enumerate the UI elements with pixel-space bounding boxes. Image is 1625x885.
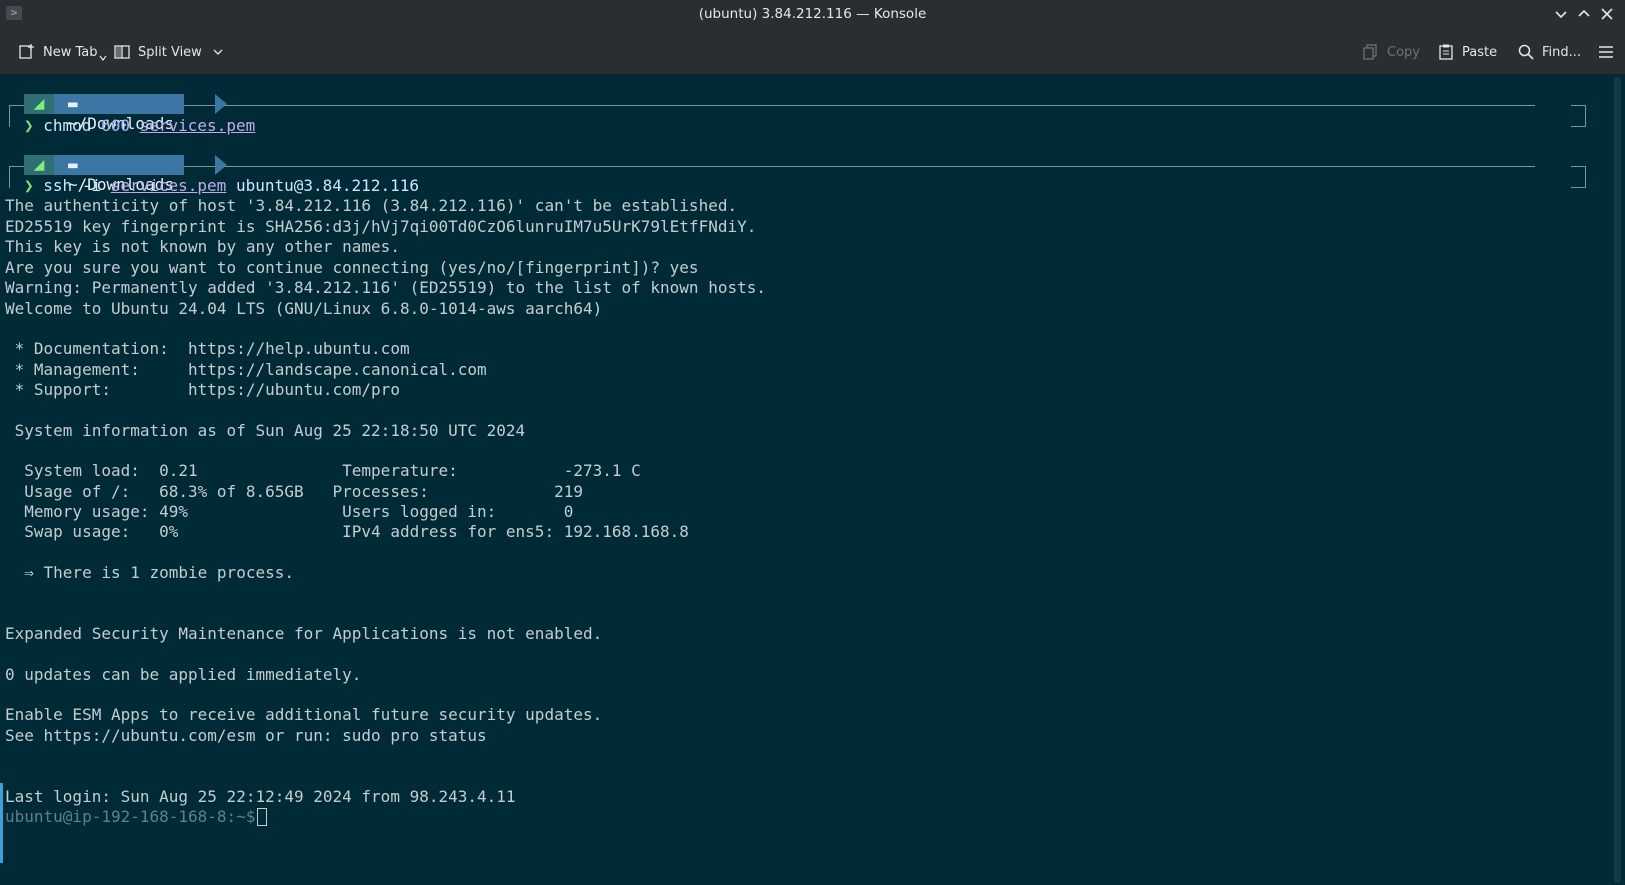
output-line: ⇒ There is 1 zombie process. <box>5 563 294 582</box>
output-line: See https://ubuntu.com/esm or run: sudo … <box>5 726 487 745</box>
output-line: System load: 0.21 Temperature: -273.1 C <box>5 461 641 480</box>
copy-icon <box>1363 44 1377 60</box>
toolbar: New Tab Split View Copy Paste Find... <box>0 30 1625 75</box>
new-tab-button[interactable]: New Tab <box>18 40 107 64</box>
find-button[interactable]: Find... <box>1517 40 1581 64</box>
output-line: * Documentation: https://help.ubuntu.com <box>5 339 410 358</box>
new-tab-icon <box>19 44 34 59</box>
output-line: Memory usage: 49% Users logged in: 0 <box>5 502 574 521</box>
hamburger-menu-button[interactable] <box>1597 40 1622 64</box>
new-tab-dropdown-icon[interactable] <box>99 54 107 62</box>
prompt-chevron-icon: ❯ <box>24 176 44 195</box>
output-line: Swap usage: 0% IPv4 address for ens5: 19… <box>5 522 689 541</box>
split-view-button[interactable]: Split View <box>113 40 231 64</box>
split-view-label: Split View <box>138 44 202 60</box>
active-line-marker <box>0 783 3 863</box>
command-line: ❯ ssh -i services.pem ubuntu@3.84.212.11… <box>24 175 419 196</box>
prompt-frame-end <box>1571 166 1586 188</box>
window-title: (ubuntu) 3.84.212.116 — Konsole <box>698 6 927 22</box>
output-line: * Management: https://landscape.canonica… <box>5 360 487 379</box>
copy-label: Copy <box>1387 44 1420 60</box>
text-cursor <box>257 808 268 826</box>
output-line: Are you sure you want to continue connec… <box>5 258 699 277</box>
chevron-down-icon[interactable] <box>212 46 224 58</box>
command-host-arg: ubuntu@3.84.212.116 <box>235 176 419 195</box>
prompt-path: ▬ ~/Downloads <box>54 94 184 133</box>
minimize-icon[interactable] <box>1552 5 1570 23</box>
command-file-arg[interactable]: services.pem <box>140 116 256 135</box>
paste-button[interactable]: Paste <box>1437 40 1497 64</box>
konsole-window: > (ubuntu) 3.84.212.116 — Konsole New Ta… <box>0 0 1625 885</box>
output-line: Last login: Sun Aug 25 22:12:49 2024 fro… <box>5 787 516 806</box>
maximize-icon[interactable] <box>1575 5 1593 23</box>
output-line: Enable ESM Apps to receive additional fu… <box>5 705 603 724</box>
prompt-arrow <box>215 94 227 114</box>
folder-icon: ▬ <box>68 155 78 174</box>
shell-prompt-line[interactable]: ubuntu@ip-192-168-168-8:~$ <box>5 806 268 827</box>
paste-icon <box>1439 44 1453 60</box>
output-line: 0 updates can be applied immediately. <box>5 665 362 684</box>
search-icon <box>1518 44 1534 60</box>
output-line: Welcome to Ubuntu 24.04 LTS (GNU/Linux 6… <box>5 299 603 318</box>
find-label: Find... <box>1542 44 1582 60</box>
close-icon[interactable] <box>1598 5 1616 23</box>
vertical-scrollbar[interactable] <box>1610 75 1625 885</box>
scrollbar-track[interactable] <box>1614 77 1621 883</box>
prompt-frame-end <box>1571 105 1586 127</box>
output-line: System information as of Sun Aug 25 22:1… <box>5 421 526 440</box>
terminal-area[interactable]: ◢ ▬ ~/Downloads ❯ chmod 600 services.pem… <box>0 75 1610 885</box>
prompt-path: ▬ ~/Downloads <box>54 155 184 194</box>
output-line: Usage of /: 68.3% of 8.65GB Processes: 2… <box>5 482 583 501</box>
output-line: * Support: https://ubuntu.com/pro <box>5 380 400 399</box>
command-name: chmod <box>43 116 92 135</box>
output-line: This key is not known by any other names… <box>5 237 400 256</box>
paste-label: Paste <box>1462 44 1498 60</box>
output-line: Expanded Security Maintenance for Applic… <box>5 624 603 643</box>
command-file-arg[interactable]: services.pem <box>111 176 227 195</box>
new-tab-label: New Tab <box>43 44 98 60</box>
command-flag: -i <box>81 176 102 195</box>
prompt-arrow <box>215 155 227 175</box>
prompt-chevron-icon: ❯ <box>24 116 44 135</box>
os-icon: ◢ <box>24 94 54 114</box>
shell-prompt: ubuntu@ip-192-168-168-8:~$ <box>5 807 256 826</box>
title-bar[interactable]: > (ubuntu) 3.84.212.116 — Konsole <box>0 0 1625 31</box>
copy-button[interactable]: Copy <box>1362 40 1420 64</box>
command-name: ssh <box>43 176 73 195</box>
output-line: The authenticity of host '3.84.212.116 (… <box>5 196 738 215</box>
hamburger-menu-icon <box>1599 46 1613 58</box>
split-view-icon <box>114 45 130 59</box>
output-line: ED25519 key fingerprint is SHA256:d3j/hV… <box>5 217 757 236</box>
command-arg: 600 <box>101 116 130 135</box>
folder-icon: ▬ <box>68 94 78 113</box>
output-line: Warning: Permanently added '3.84.212.116… <box>5 278 766 297</box>
os-icon: ◢ <box>24 155 54 175</box>
command-line: ❯ chmod 600 services.pem <box>24 115 255 136</box>
